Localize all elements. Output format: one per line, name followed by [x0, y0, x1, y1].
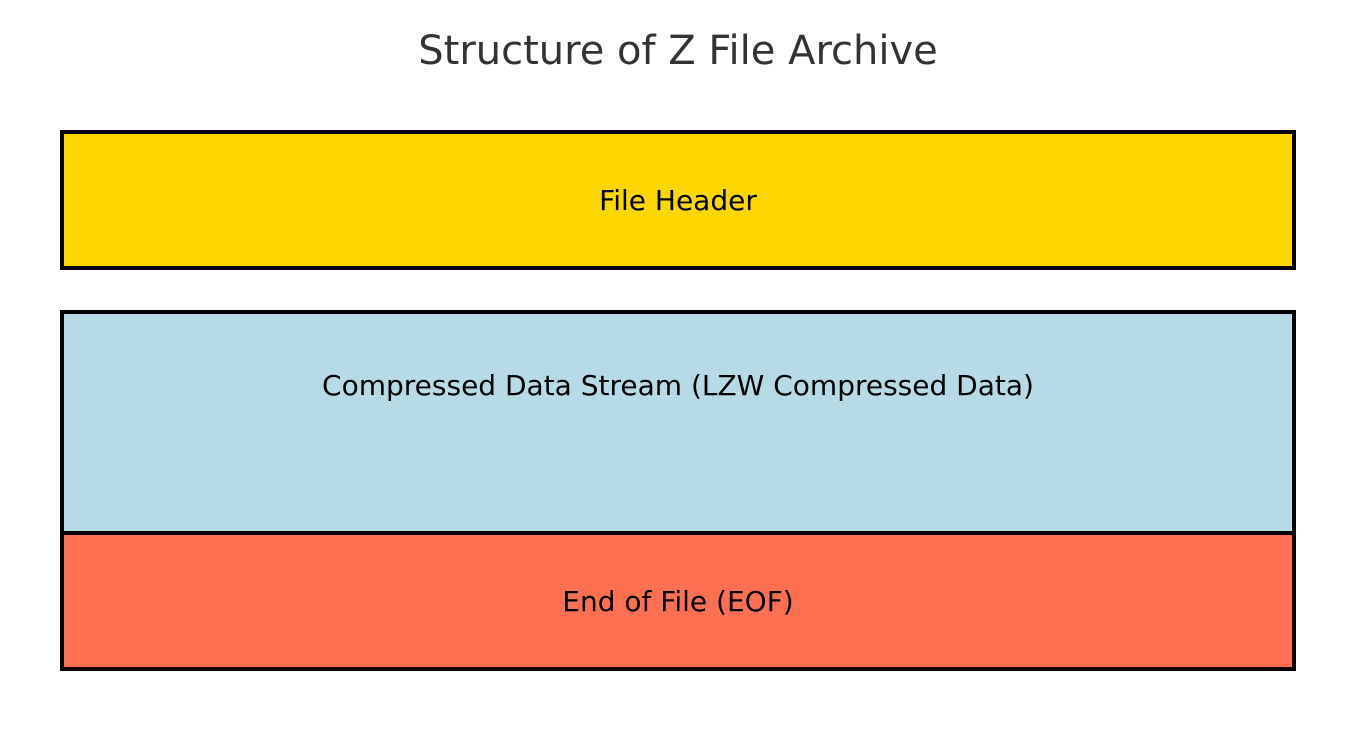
diagram-container: File Header Compressed Data Stream (LZW …: [60, 130, 1296, 671]
eof-block: End of File (EOF): [60, 531, 1296, 671]
file-header-label: File Header: [599, 184, 757, 217]
file-header-block: File Header: [60, 130, 1296, 270]
compressed-data-block: Compressed Data Stream (LZW Compressed D…: [60, 310, 1296, 535]
diagram-title: Structure of Z File Archive: [0, 28, 1356, 74]
eof-label: End of File (EOF): [562, 585, 793, 618]
compressed-data-label: Compressed Data Stream (LZW Compressed D…: [322, 369, 1034, 402]
